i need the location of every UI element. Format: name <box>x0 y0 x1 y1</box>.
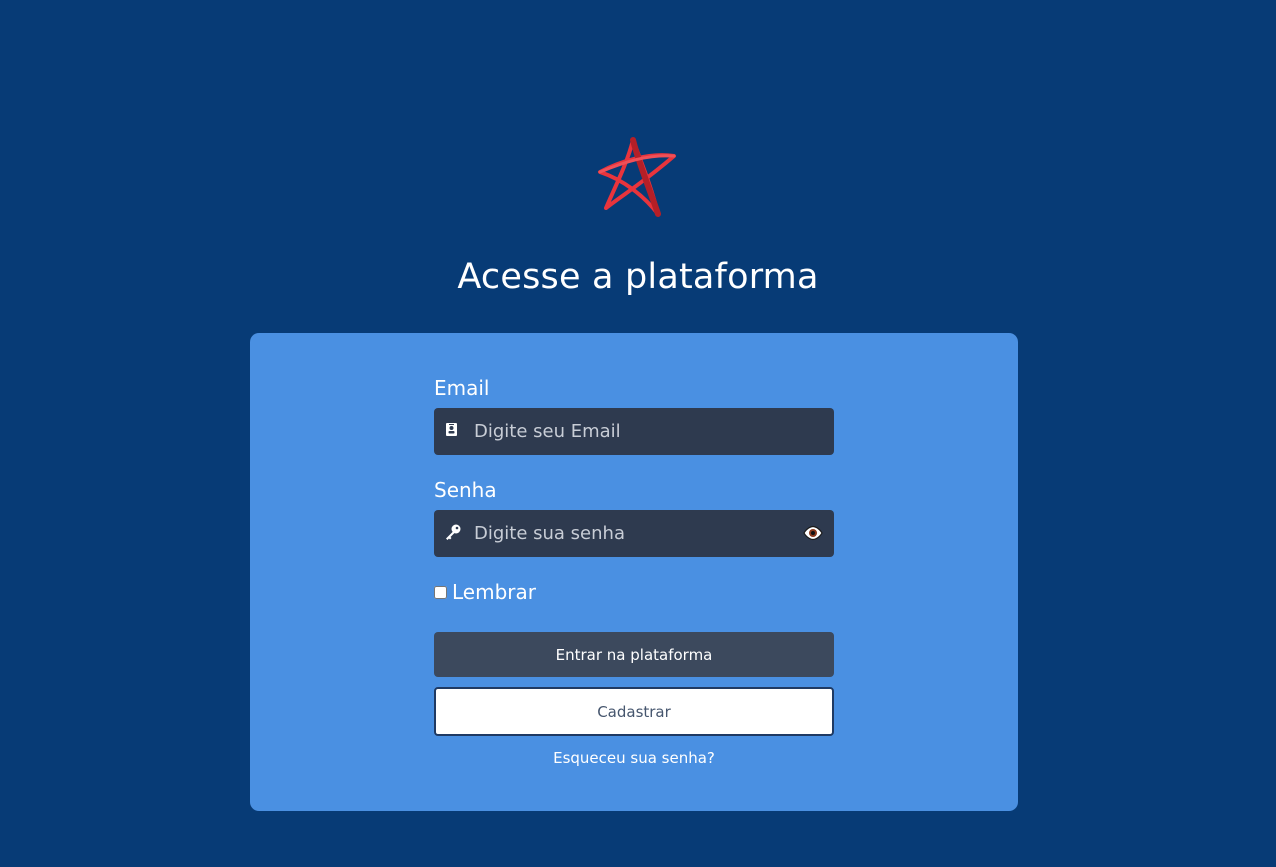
contact-card-icon <box>444 421 460 439</box>
remember-row: Lembrar <box>434 578 536 606</box>
forgot-password-link[interactable]: Esqueceu sua senha? <box>434 747 834 769</box>
login-button[interactable]: Entrar na plataforma <box>434 632 834 677</box>
email-field-wrapper <box>434 408 834 455</box>
password-input[interactable] <box>466 510 800 557</box>
email-label: Email <box>434 376 490 400</box>
register-button[interactable]: Cadastrar <box>434 687 834 736</box>
key-icon <box>444 523 461 541</box>
email-input[interactable] <box>466 408 800 455</box>
password-field-wrapper <box>434 510 834 557</box>
password-label: Senha <box>434 478 497 502</box>
page-title: Acesse a plataforma <box>457 257 819 297</box>
remember-checkbox[interactable] <box>434 585 447 599</box>
eye-icon[interactable] <box>803 525 823 541</box>
login-card: Email Senha <box>250 333 1018 811</box>
remember-label: Lembrar <box>452 580 536 604</box>
star-logo-icon <box>594 134 680 220</box>
